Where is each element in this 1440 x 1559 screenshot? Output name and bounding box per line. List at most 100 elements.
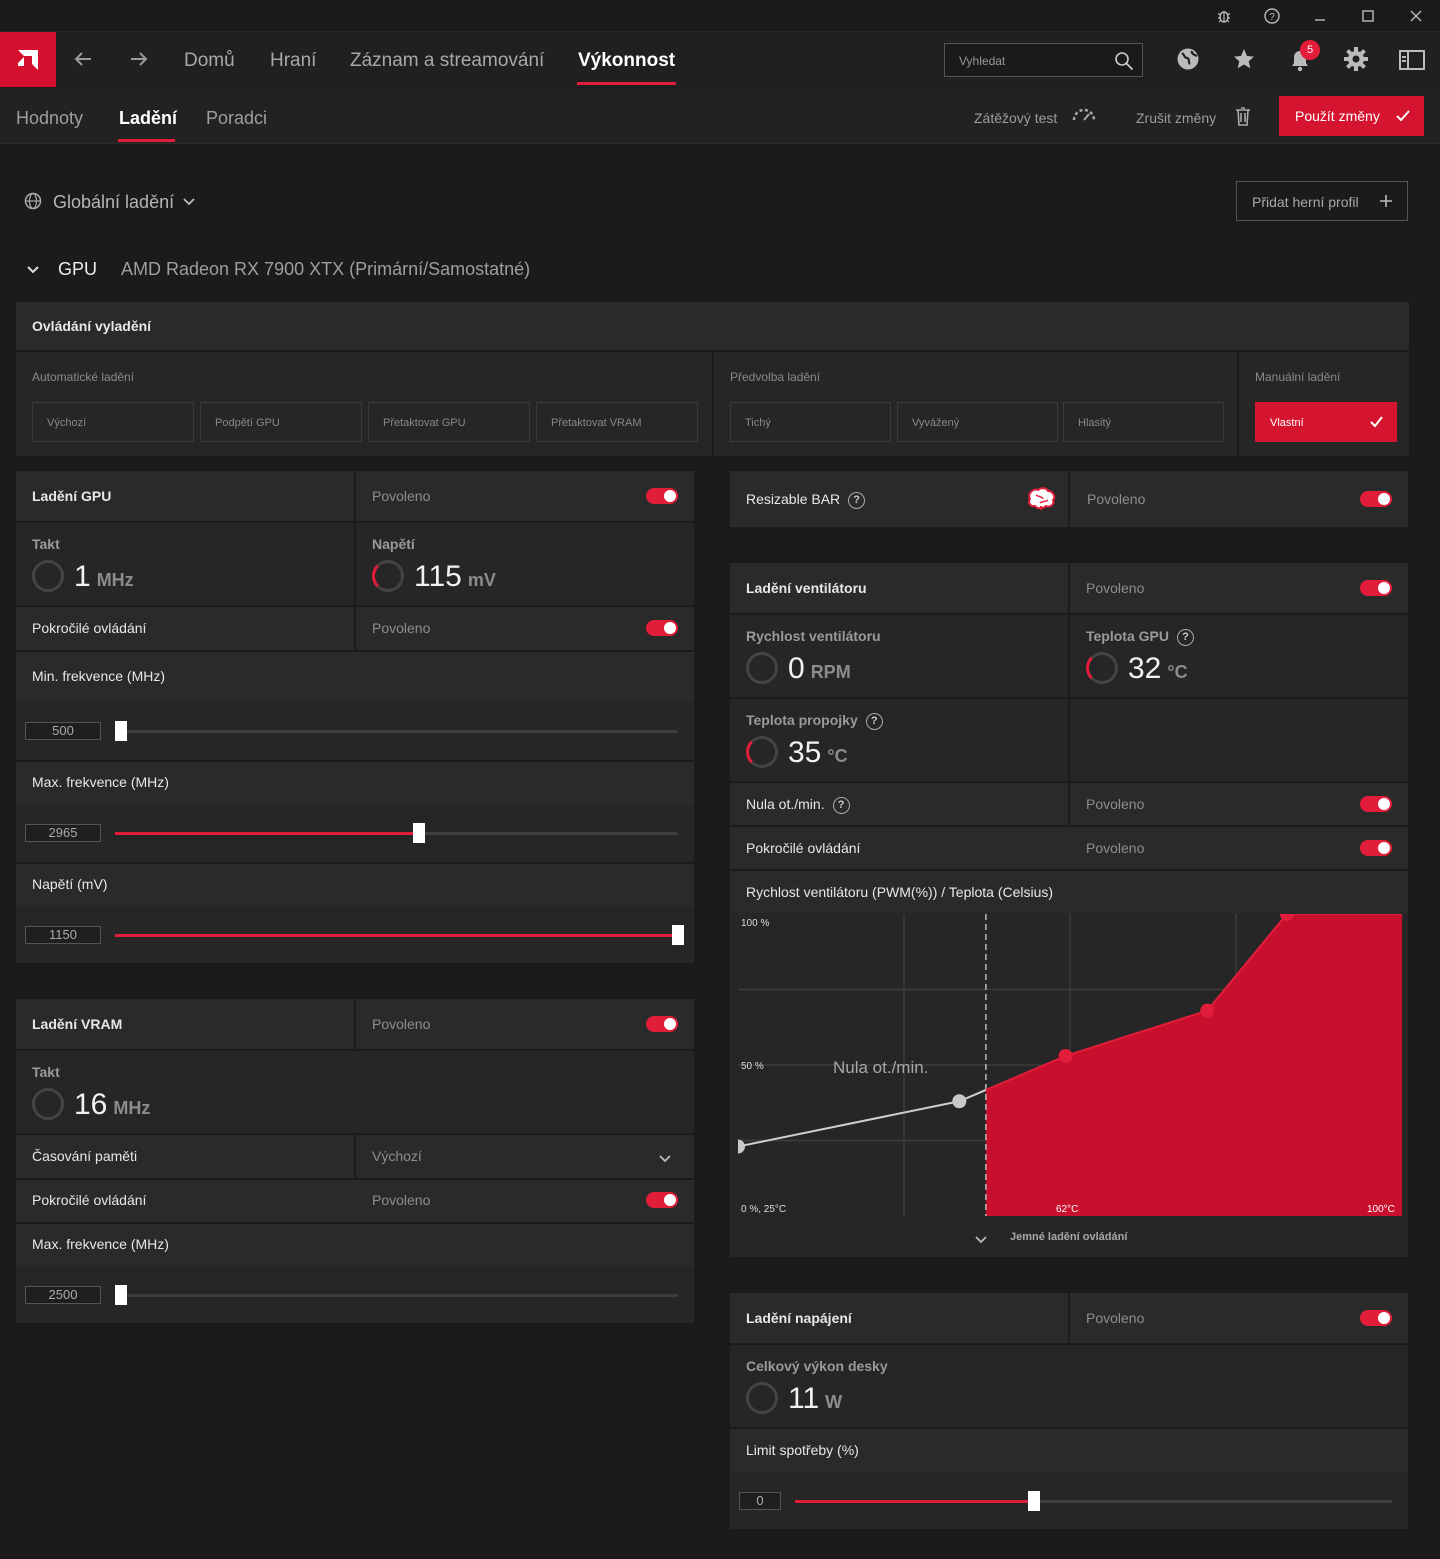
subtab-metrics[interactable]: Hodnoty — [16, 108, 83, 129]
title-bar: ? — [0, 0, 1440, 32]
vram-clock-gauge-icon — [32, 1088, 64, 1120]
smart-brain-icon — [1026, 486, 1056, 517]
gpu-advanced-state: Povoleno — [372, 620, 431, 636]
chevron-down-icon[interactable] — [658, 1151, 672, 1169]
gpu-voltage-value: 115 mV — [414, 560, 496, 594]
junction-temp-number: 35 — [788, 736, 822, 769]
power-tuning-toggle[interactable] — [1360, 1310, 1392, 1326]
vram-clock-label: Takt — [32, 1064, 60, 1080]
fan-curve-point-3[interactable] — [1058, 1048, 1073, 1063]
chevron-down-icon[interactable] — [182, 194, 196, 212]
memory-timing-label: Časování paměti — [32, 1148, 138, 1164]
gpu-tuning-toggle[interactable] — [646, 488, 678, 504]
nav-tab-home[interactable]: Domů — [184, 50, 235, 72]
max-freq-input[interactable]: 2965 — [25, 824, 101, 842]
fan-tuning-toggle[interactable] — [1360, 580, 1392, 596]
default-tuning-button[interactable]: Výchozí — [32, 402, 194, 442]
add-game-profile-button[interactable]: Přidat herní profil — [1236, 181, 1408, 221]
trash-icon[interactable] — [1234, 106, 1252, 131]
back-icon[interactable] — [72, 48, 94, 75]
fan-curve-chart[interactable]: 100 % 50 % 0 %, 25°C 62°C 100°C Nula ot.… — [738, 914, 1402, 1216]
sidebar-toggle-icon[interactable] — [1399, 49, 1425, 76]
favorites-star-icon[interactable] — [1232, 47, 1256, 76]
help-icon[interactable]: ? — [1262, 6, 1282, 26]
slider-fill — [115, 934, 678, 937]
board-power-gauge-icon — [746, 1382, 778, 1414]
help-icon[interactable]: ? — [1176, 628, 1194, 646]
search-input[interactable]: Vyhledat — [944, 43, 1143, 77]
apply-changes-button[interactable]: Použít změny — [1279, 96, 1424, 136]
search-icon[interactable] — [1114, 51, 1134, 76]
slider-thumb[interactable] — [115, 721, 127, 741]
resizable-bar-state: Povoleno — [1087, 491, 1146, 507]
help-icon[interactable]: ? — [848, 491, 866, 509]
voltage-mv-input[interactable]: 1150 — [25, 926, 101, 944]
undervolt-gpu-button[interactable]: Podpětí GPU — [200, 402, 362, 442]
checkmark-icon — [1370, 416, 1383, 428]
balanced-preset-button[interactable]: Vyvážený — [897, 402, 1058, 442]
globe-icon[interactable] — [1176, 47, 1200, 76]
gpu-temp-number: 32 — [1128, 652, 1162, 685]
minimize-icon[interactable] — [1310, 6, 1330, 26]
vram-tuning-toggle[interactable] — [646, 1016, 678, 1032]
power-limit-input[interactable]: 0 — [739, 1492, 781, 1510]
gpu-advanced-toggle[interactable] — [646, 620, 678, 636]
power-tuning-state: Povoleno — [1086, 1310, 1145, 1326]
profile-dropdown[interactable]: Globální ladění — [53, 192, 174, 213]
fan-speed-label: Rychlost ventilátoru — [746, 628, 881, 644]
quiet-preset-button[interactable]: Tichý — [730, 402, 891, 442]
gpu-label: GPU — [58, 259, 98, 279]
overclock-gpu-button[interactable]: Přetaktovat GPU — [368, 402, 530, 442]
subtab-tuning[interactable]: Ladění — [119, 108, 177, 129]
stress-test-gauge-icon[interactable] — [1071, 106, 1097, 127]
bug-icon[interactable] — [1214, 6, 1234, 26]
fan-tuning-state: Povoleno — [1086, 580, 1145, 596]
slider-thumb[interactable] — [413, 823, 426, 843]
vram-max-freq-input[interactable]: 2500 — [25, 1286, 101, 1304]
collapse-chevron-icon[interactable] — [26, 262, 40, 280]
apply-changes-label: Použít změny — [1295, 108, 1380, 124]
slider-track — [115, 1294, 678, 1297]
nav-tab-performance[interactable]: Výkonnost — [578, 50, 675, 72]
settings-gear-icon[interactable] — [1343, 46, 1369, 77]
board-power-unit: W — [825, 1392, 843, 1412]
x-tick-100: 100°C — [1367, 1204, 1395, 1215]
resizable-bar-label: Resizable BAR? — [746, 491, 866, 509]
help-icon[interactable]: ? — [865, 712, 883, 730]
plus-icon — [1380, 195, 1392, 207]
discard-changes-button[interactable]: Zrušit změny — [1136, 110, 1216, 126]
chevron-down-icon[interactable] — [974, 1232, 988, 1250]
zero-rpm-toggle[interactable] — [1360, 796, 1392, 812]
overclock-vram-button[interactable]: Přetaktovat VRAM — [536, 402, 698, 442]
stress-test-button[interactable]: Zátěžový test — [974, 110, 1057, 126]
fan-advanced-toggle[interactable] — [1360, 840, 1392, 856]
nav-tab-record-stream[interactable]: Záznam a streamování — [350, 50, 544, 72]
forward-icon[interactable] — [128, 48, 150, 75]
junction-temp-text: Teplota propojky — [746, 712, 858, 728]
manual-tuning-label: Manuální ladění — [1255, 370, 1341, 384]
junction-temp-label: Teplota propojky? — [746, 712, 883, 730]
min-freq-input[interactable]: 500 — [25, 722, 101, 740]
fan-curve-point-4[interactable] — [1200, 1003, 1215, 1018]
amd-logo-icon[interactable] — [0, 32, 56, 87]
slider-thumb[interactable] — [115, 1285, 127, 1305]
vram-advanced-state: Povoleno — [372, 1192, 431, 1208]
nav-tab-gaming[interactable]: Hraní — [270, 50, 316, 72]
help-icon[interactable]: ? — [832, 796, 850, 814]
slider-thumb[interactable] — [672, 925, 684, 945]
x-tick-62: 62°C — [1056, 1204, 1078, 1215]
close-icon[interactable] — [1406, 6, 1426, 26]
fine-tune-controls-link[interactable]: Jemné ladění ovládání — [1010, 1231, 1127, 1243]
vram-advanced-toggle[interactable] — [646, 1192, 678, 1208]
maximize-icon[interactable] — [1358, 6, 1378, 26]
gpu-voltage-number: 115 — [414, 560, 462, 593]
loud-preset-button[interactable]: Hlasitý — [1063, 402, 1224, 442]
tuning-control-title: Ovládání vyladění — [32, 318, 152, 334]
custom-tuning-button[interactable]: Vlastní — [1255, 402, 1397, 442]
fan-curve-point-2[interactable] — [952, 1094, 967, 1109]
subtab-advisors[interactable]: Poradci — [206, 108, 267, 129]
gpu-clock-gauge-icon — [32, 560, 64, 592]
memory-timing-dropdown[interactable]: Výchozí — [372, 1148, 422, 1164]
resizable-bar-toggle[interactable] — [1360, 491, 1392, 507]
slider-thumb[interactable] — [1027, 1491, 1040, 1511]
